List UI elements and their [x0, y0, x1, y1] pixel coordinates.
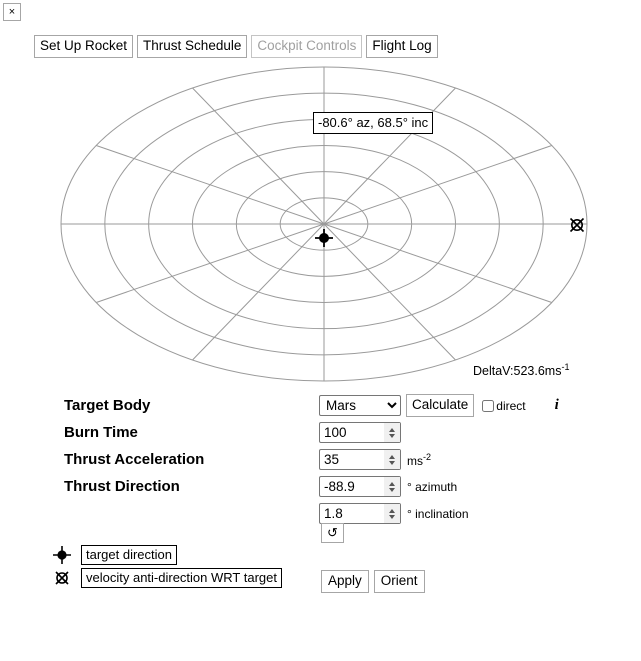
burn-time-stepper[interactable] [384, 423, 400, 442]
direct-checkbox-label: direct [496, 398, 526, 413]
stepper-down-icon[interactable] [389, 487, 395, 492]
legend-item-target-direction: target direction [52, 543, 282, 566]
orient-button[interactable]: Orient [373, 570, 425, 593]
direct-checkbox-wrapper[interactable]: direct [482, 398, 526, 413]
row-thrust-acceleration: ms-2 [319, 446, 559, 473]
deltav-readout: DeltaV:523.6ms-1 [473, 360, 570, 378]
row-thrust-azimuth: ° azimuth [319, 473, 559, 500]
reset-direction-button[interactable]: ↺ [321, 523, 344, 543]
unit-exponent: -2 [423, 451, 432, 462]
velocity-anti-direction-marker[interactable] [569, 217, 585, 233]
stepper-down-icon[interactable] [389, 460, 395, 465]
unit-base: ms [407, 453, 423, 468]
row-burn-time [319, 419, 559, 446]
calculate-button[interactable]: Calculate [406, 394, 475, 417]
form-control-column: Mars Calculate direct i ms-2 [319, 392, 559, 527]
legend-label-target-direction: target direction [81, 544, 177, 565]
row-thrust-inclination: ° inclination [319, 500, 559, 527]
burn-time-field [319, 422, 401, 443]
target-body-select[interactable]: Mars [319, 395, 401, 416]
thrust-acceleration-stepper[interactable] [384, 450, 400, 469]
polar-thrust-direction-plot[interactable] [0, 55, 641, 395]
target-direction-marker-icon [53, 545, 71, 564]
thrust-inclination-unit: ° inclination [407, 506, 469, 521]
apply-button[interactable]: Apply [321, 570, 369, 593]
velocity-anti-direction-marker-icon [55, 570, 69, 585]
stepper-up-icon[interactable] [389, 427, 395, 432]
thrust-azimuth-stepper[interactable] [384, 477, 400, 496]
target-direction-marker[interactable] [315, 229, 333, 247]
row-target-body: Mars Calculate direct i [319, 392, 559, 419]
stepper-up-icon[interactable] [389, 508, 395, 513]
thrust-azimuth-unit: ° azimuth [407, 479, 458, 494]
thrust-inclination-field [319, 503, 401, 524]
thrust-acceleration-unit: ms-2 [407, 452, 431, 468]
cursor-readout-tooltip: -80.6° az, 68.5° inc [313, 112, 434, 134]
label-thrust-acceleration: Thrust Acceleration [64, 451, 205, 468]
legend-item-velocity-anti-direction: velocity anti-direction WRT target [52, 566, 282, 589]
direct-checkbox[interactable] [482, 399, 495, 412]
thrust-acceleration-field [319, 449, 401, 470]
thrust-inclination-stepper[interactable] [384, 504, 400, 523]
stepper-down-icon[interactable] [389, 433, 395, 438]
plot-legend: target direction velocity anti-direction… [52, 543, 282, 589]
thrust-azimuth-field [319, 476, 401, 497]
action-button-row: Apply Orient [321, 570, 425, 593]
deltav-value: DeltaV:523.6ms [473, 364, 562, 379]
close-window-button[interactable]: × [3, 3, 21, 21]
legend-label-velocity-anti-direction: velocity anti-direction WRT target [81, 567, 282, 588]
label-burn-time: Burn Time [64, 424, 138, 441]
label-thrust-direction: Thrust Direction [64, 478, 180, 495]
stepper-down-icon[interactable] [389, 514, 395, 519]
info-icon[interactable]: i [555, 397, 559, 414]
stepper-up-icon[interactable] [389, 454, 395, 459]
polar-grid-svg [60, 66, 588, 382]
stepper-up-icon[interactable] [389, 481, 395, 486]
deltav-exponent: -1 [561, 362, 570, 372]
form-label-column: Target Body Burn Time Thrust Acceleratio… [64, 392, 314, 500]
label-target-body: Target Body [64, 397, 151, 414]
